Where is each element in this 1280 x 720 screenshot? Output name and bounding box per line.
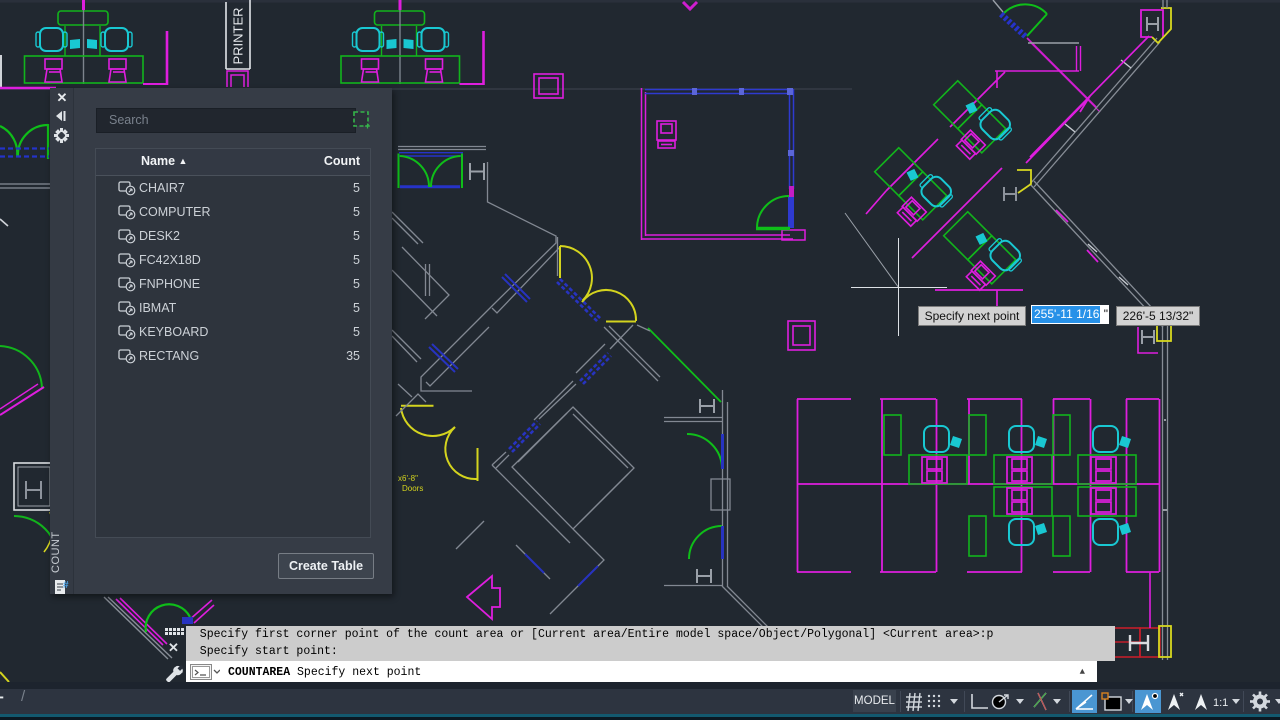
svg-text:#: # (63, 580, 69, 591)
svg-text:✕: ✕ (168, 640, 179, 655)
svg-text:x6'-8": x6'-8" (398, 474, 418, 483)
svg-text:Doors: Doors (402, 484, 423, 493)
svg-text:PRINTER: PRINTER (231, 7, 246, 64)
svg-text:1:1: 1:1 (1213, 697, 1228, 709)
